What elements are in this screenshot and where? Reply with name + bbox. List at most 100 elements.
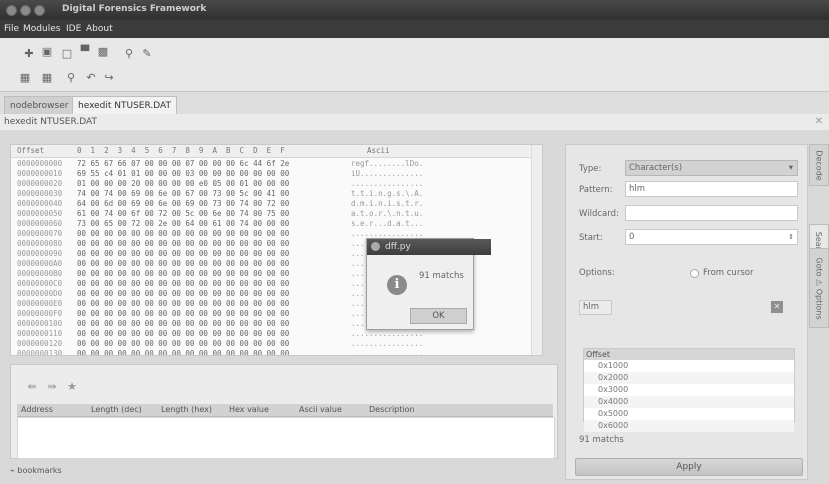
hex-row[interactable]: 0000000110 00 00 00 00 00 00 00 00 00 00 … (11, 329, 542, 339)
offset-item[interactable]: 0x5000 (584, 408, 794, 420)
hex-row[interactable]: 0000000050 61 00 74 00 6f 00 72 00 5c 00 … (11, 209, 542, 219)
bookmark-add-icon[interactable]: ⇚ (25, 379, 39, 393)
hex-row-bytes[interactable]: 69 55 c4 01 01 00 00 00 03 00 00 00 00 0… (77, 169, 289, 179)
hex-row[interactable]: 0000000130 00 00 00 00 00 00 00 00 00 00 … (11, 349, 542, 355)
hex-row[interactable]: 0000000120 00 00 00 00 00 00 00 00 00 00 … (11, 339, 542, 349)
blank-icon[interactable]: □ (60, 46, 74, 60)
hex-scrollbar[interactable] (531, 145, 542, 355)
hex-row-bytes[interactable]: 00 00 00 00 00 00 00 00 00 00 00 00 00 0… (77, 339, 289, 349)
side-tabs: Decode Search Goto ⚠ Options (809, 144, 829, 484)
tab-decode[interactable]: Decode (809, 144, 829, 186)
ok-button[interactable]: OK (410, 308, 467, 324)
column-hex-value[interactable]: Hex value (229, 405, 269, 414)
column-description[interactable]: Description (369, 405, 415, 414)
search-icon[interactable]: ⚲ (64, 70, 78, 84)
hex-row-ascii[interactable]: t.t.i.n.g.s.\.A. (351, 189, 423, 199)
offset-header[interactable]: Offset (584, 349, 794, 360)
maximize-window-button[interactable] (34, 5, 45, 16)
menu-file[interactable]: File (4, 24, 19, 34)
hex-row-ascii[interactable]: ................ (351, 329, 423, 339)
toolbar: ✚ ▣ □ ▀ ▩ ⚲ ✎ ▦ ▦ ⚲ ↶ ↪ (0, 38, 829, 92)
hex-row-bytes[interactable]: 64 00 6d 00 69 00 6e 00 69 00 73 00 74 0… (77, 199, 289, 209)
hex-row-bytes[interactable]: 00 00 00 00 00 00 00 00 00 00 00 00 00 0… (77, 299, 289, 309)
offset-item[interactable]: 0x3000 (584, 384, 794, 396)
hex-row-bytes[interactable]: 00 00 00 00 00 00 00 00 00 00 00 00 00 0… (77, 309, 289, 319)
minimize-window-button[interactable] (20, 5, 31, 16)
tab-hexedit[interactable]: hexedit NTUSER.DAT (72, 96, 178, 115)
undo-icon[interactable]: ↶ (84, 70, 98, 84)
tab-nodebrowser[interactable]: nodebrowser (4, 96, 75, 115)
hex-row-bytes[interactable]: 00 00 00 00 00 00 00 00 00 00 00 00 00 0… (77, 229, 289, 239)
hex-row-bytes[interactable]: 61 00 74 00 6f 00 72 00 5c 00 6e 00 74 0… (77, 209, 289, 219)
hex-row-bytes[interactable]: 00 00 00 00 00 00 00 00 00 00 00 00 00 0… (77, 279, 289, 289)
offset-item[interactable]: 0x1000 (584, 360, 794, 372)
hex-row-ascii[interactable]: a.t.o.r.\.n.t.u. (351, 209, 423, 219)
offset-results-list[interactable]: Offset 0x1000 0x2000 0x3000 0x4000 0x500… (583, 348, 795, 432)
bookmarks-tab[interactable]: ⌁ bookmarks (10, 466, 90, 480)
hex-row-bytes[interactable]: 00 00 00 00 00 00 00 00 00 00 00 00 00 0… (77, 239, 289, 249)
save-as-icon[interactable]: ▦ (40, 70, 54, 84)
bookmarks-list[interactable] (17, 417, 555, 459)
network-icon[interactable]: ▩ (96, 44, 110, 58)
hex-row-bytes[interactable]: 72 65 67 66 07 00 00 00 07 00 00 00 6c 4… (77, 159, 289, 169)
tab-goto-options[interactable]: Goto ⚠ Options (809, 248, 829, 328)
save-icon[interactable]: ▦ (18, 70, 32, 84)
redo-icon[interactable]: ↪ (102, 70, 116, 84)
hex-row[interactable]: 0000000010 69 55 c4 01 01 00 00 00 03 00 … (11, 169, 542, 179)
menu-about[interactable]: About (86, 24, 113, 34)
hex-row-bytes[interactable]: 74 00 74 00 69 00 6e 00 67 00 73 00 5c 0… (77, 189, 289, 199)
wildcard-input[interactable] (625, 205, 798, 221)
column-length-dec[interactable]: Length (dec) (91, 405, 142, 414)
hex-row-offset: 0000000030 (17, 189, 63, 198)
hex-row[interactable]: 0000000060 73 00 65 00 72 00 2e 00 64 00 … (11, 219, 542, 229)
hex-row[interactable]: 0000000000 72 65 67 66 07 00 00 00 07 00 … (11, 159, 542, 169)
column-address[interactable]: Address (21, 405, 53, 414)
offset-item[interactable]: 0x4000 (584, 396, 794, 408)
type-select[interactable]: Character(s) ▾ (625, 160, 798, 176)
pattern-input[interactable]: hlm (625, 181, 798, 197)
hex-row-ascii[interactable]: d.m.i.n.i.s.t.r. (351, 199, 423, 209)
hex-row-bytes[interactable]: 00 00 00 00 00 00 00 00 00 00 00 00 00 0… (77, 319, 289, 329)
close-window-button[interactable] (6, 5, 17, 16)
hex-row-bytes[interactable]: 00 00 00 00 00 00 00 00 00 00 00 00 00 0… (77, 329, 289, 339)
hex-row-offset: 00000000E0 (17, 299, 63, 308)
offset-item[interactable]: 0x6000 (584, 420, 794, 432)
hex-row-ascii[interactable]: ................ (351, 339, 423, 349)
menu-ide[interactable]: IDE (66, 24, 81, 34)
hex-row-ascii[interactable]: ................ (351, 179, 423, 189)
shell-icon[interactable]: ⚲ (122, 46, 136, 60)
close-icon[interactable]: ✕ (815, 116, 823, 127)
offset-item[interactable]: 0x2000 (584, 372, 794, 384)
hex-row-ascii[interactable]: regf........lDo. (351, 159, 423, 169)
window-controls[interactable] (6, 5, 45, 16)
hex-row[interactable]: 0000000040 64 00 6d 00 69 00 6e 00 69 00 … (11, 199, 542, 209)
hex-row-bytes[interactable]: 00 00 00 00 00 00 00 00 00 00 00 00 00 0… (77, 349, 289, 355)
hex-row-ascii[interactable]: ................ (351, 349, 423, 355)
hex-row-bytes[interactable]: 00 00 00 00 00 00 00 00 00 00 00 00 00 0… (77, 289, 289, 299)
hex-row-bytes[interactable]: 00 00 00 00 00 00 00 00 00 00 00 00 00 0… (77, 269, 289, 279)
column-length-hex[interactable]: Length (hex) (161, 405, 212, 414)
hex-row-bytes[interactable]: 00 00 00 00 00 00 00 00 00 00 00 00 00 0… (77, 259, 289, 269)
hex-row-ascii[interactable]: iU.............. (351, 169, 423, 179)
hex-row[interactable]: 0000000030 74 00 74 00 69 00 6e 00 67 00 … (11, 189, 542, 199)
monitor-icon[interactable]: ▀ (78, 44, 92, 58)
hex-row-ascii[interactable]: s.e.r...d.a.t... (351, 219, 423, 229)
bookmark-remove-icon[interactable]: ⇛ (45, 379, 59, 393)
bookmark-star-icon[interactable]: ★ (65, 379, 79, 393)
hex-row-bytes[interactable]: 73 00 65 00 72 00 2e 00 64 00 61 00 74 0… (77, 219, 289, 229)
start-spinbox[interactable]: 0 ⇕ (625, 229, 798, 245)
device-icon[interactable]: ▣ (40, 44, 54, 58)
hex-row[interactable]: 0000000020 01 00 00 00 20 00 00 00 00 e0 … (11, 179, 542, 189)
apply-button[interactable]: Apply (575, 458, 803, 476)
hex-row-bytes[interactable]: 01 00 00 00 20 00 00 00 00 e0 05 00 01 0… (77, 179, 289, 189)
dialog-close-button[interactable] (371, 242, 380, 251)
menu-modules[interactable]: Modules (23, 24, 60, 34)
from-cursor-checkbox[interactable] (690, 269, 699, 278)
spin-arrows-icon[interactable]: ⇕ (788, 230, 794, 244)
clear-results-icon[interactable]: ✕ (771, 301, 783, 313)
add-icon[interactable]: ✚ (22, 46, 36, 60)
type-label: Type: (579, 164, 602, 174)
hex-row-bytes[interactable]: 00 00 00 00 00 00 00 00 00 00 00 00 00 0… (77, 249, 289, 259)
console-icon[interactable]: ✎ (140, 46, 154, 60)
column-ascii-value[interactable]: Ascii value (299, 405, 342, 414)
